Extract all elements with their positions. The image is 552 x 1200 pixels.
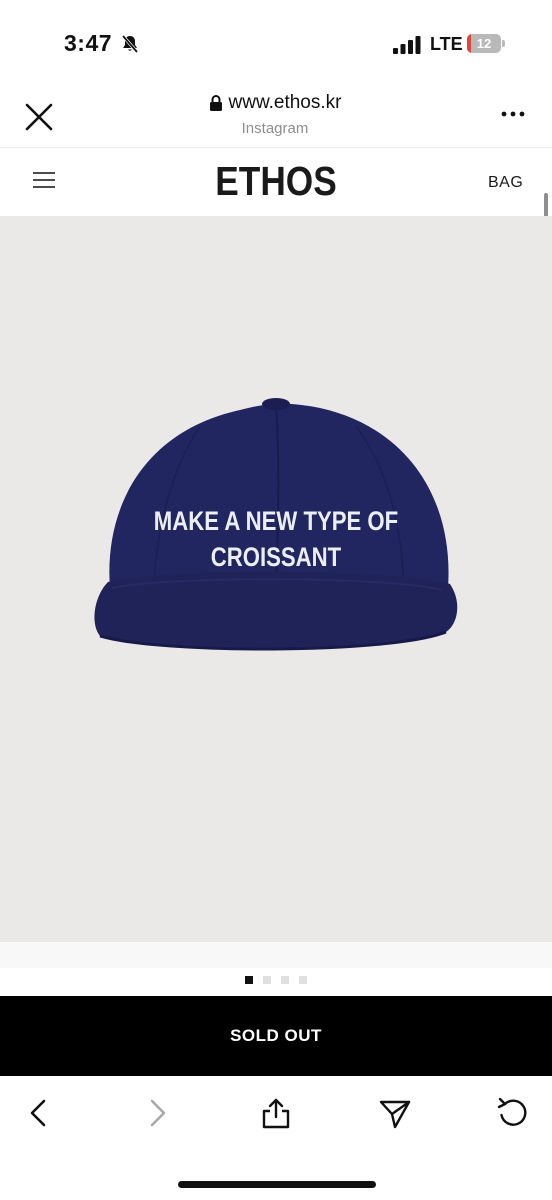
bag-link[interactable]: BAG [488,174,523,192]
more-icon[interactable] [498,102,528,126]
close-icon[interactable] [22,100,56,134]
source-label: Instagram [241,120,309,137]
lock-icon [209,95,222,111]
forward-icon[interactable] [140,1096,174,1130]
site-nav: ETHOS BAG [0,148,552,216]
status-time: 3:47 [64,30,113,56]
network-label: LTE [430,34,463,54]
site-logo[interactable]: ETHOS [39,158,514,205]
browser-header: www.ethos.kr Instagram [0,90,552,148]
cap-embroidery-line-1: MAKE A NEW TYPE OF [153,506,399,536]
share-icon[interactable] [259,1096,293,1130]
pagination-dot[interactable] [263,976,271,984]
browser-toolbar [0,1076,552,1200]
url-display[interactable]: www.ethos.kr Instagram [150,92,400,137]
cap-embroidery-line-2: CROISSANT [210,542,342,572]
pagination-dot[interactable] [281,976,289,984]
send-icon[interactable] [378,1096,412,1130]
product-image[interactable]: MAKE A NEW TYPE OF CROISSANT [0,216,552,942]
bell-slash-icon [121,34,139,54]
back-icon[interactable] [22,1096,56,1130]
reload-icon[interactable] [496,1096,530,1130]
pagination-dot[interactable] [299,976,307,984]
battery-icon: 12 [467,34,505,54]
image-pagination [0,976,552,984]
url-text: www.ethos.kr [228,92,342,113]
pagination-dot[interactable] [245,976,253,984]
battery-level: 12 [476,36,492,51]
home-indicator [178,1181,376,1188]
image-strip [0,942,552,968]
signal-icon [393,36,421,54]
status-bar: 3:47 LTE 12 [0,0,552,90]
sold-out-button[interactable]: SOLD OUT [0,996,552,1076]
